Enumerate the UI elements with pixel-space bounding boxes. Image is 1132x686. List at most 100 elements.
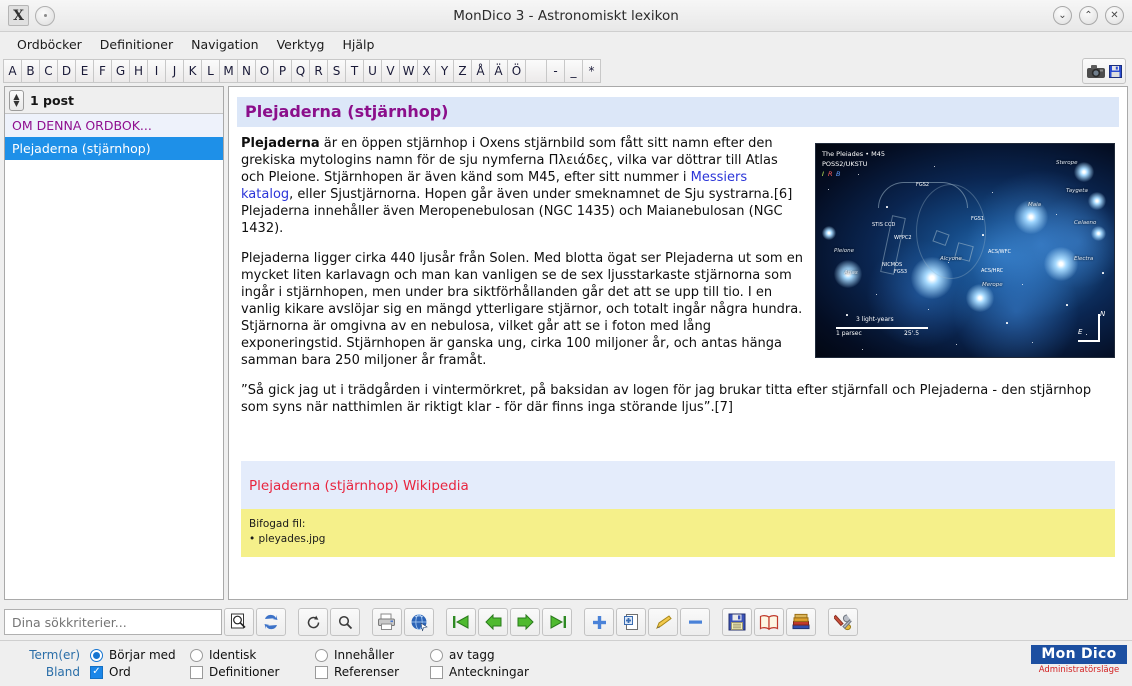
web-button[interactable]: [404, 608, 434, 636]
attachment-block: Bifogad fil: • pleyades.jpg: [241, 509, 1115, 557]
instrument-stis: STIS CCD: [872, 222, 896, 228]
spinner-down-icon[interactable]: ▼: [13, 100, 19, 108]
instrument-acswfc: ACS/WFC: [988, 249, 1011, 255]
alpha-u[interactable]: U: [363, 59, 382, 83]
alpha-x[interactable]: X: [417, 59, 436, 83]
save-button[interactable]: [722, 608, 752, 636]
alpha-f[interactable]: F: [93, 59, 112, 83]
star-merope: Merope: [982, 282, 1003, 288]
alpha-hyphen[interactable]: -: [546, 59, 565, 83]
alpha-c[interactable]: C: [39, 59, 58, 83]
list-item-about[interactable]: OM DENNA ORDBOK...: [5, 114, 223, 137]
menu-definitioner[interactable]: Definitioner: [91, 34, 182, 55]
filter-mode-starts-with[interactable]: Börjar med: [90, 648, 190, 662]
alpha-w[interactable]: W: [399, 59, 418, 83]
alpha-m[interactable]: M: [219, 59, 238, 83]
instrument-fgs3: FGS3: [894, 269, 908, 275]
find-button[interactable]: [330, 608, 360, 636]
filter-scope-words[interactable]: ✓ Ord: [90, 665, 190, 679]
alpha-d[interactable]: D: [57, 59, 76, 83]
filter-scope-definitions[interactable]: Definitioner: [190, 665, 315, 679]
first-record-button[interactable]: [446, 608, 476, 636]
alpha-l[interactable]: L: [201, 59, 220, 83]
filter-scope-notes[interactable]: Anteckningar: [430, 665, 550, 679]
open-book-button[interactable]: [754, 608, 784, 636]
alpha-v[interactable]: V: [381, 59, 400, 83]
alpha-a[interactable]: A: [3, 59, 22, 83]
bottom-toolbar: [0, 604, 1132, 640]
dictionaries-button[interactable]: [786, 608, 816, 636]
refresh-search-button[interactable]: [256, 608, 286, 636]
checkbox-references-icon[interactable]: [315, 665, 328, 679]
print-button[interactable]: [372, 608, 402, 636]
last-record-button[interactable]: [542, 608, 572, 636]
menu-ordbocker[interactable]: Ordböcker: [8, 34, 91, 55]
image-credit-line2: POSS2/UKSTU: [822, 160, 868, 168]
entry-list-panel: ▲ ▼ 1 post OM DENNA ORDBOK... Plejaderna…: [4, 86, 224, 600]
wikipedia-link[interactable]: Plejaderna (stjärnhop) Wikipedia: [249, 478, 469, 494]
entry-list[interactable]: OM DENNA ORDBOK... Plejaderna (stjärnhop…: [5, 114, 223, 599]
alpha-z[interactable]: Z: [453, 59, 472, 83]
menu-verktyg[interactable]: Verktyg: [268, 34, 334, 55]
alpha-r[interactable]: R: [309, 59, 328, 83]
delete-record-button[interactable]: [680, 608, 710, 636]
radio-starts-with-icon[interactable]: [90, 648, 103, 662]
screenshot-button[interactable]: [1082, 58, 1126, 84]
close-icon[interactable]: ✕: [1105, 6, 1124, 25]
list-item-plejaderna[interactable]: Plejaderna (stjärnhop): [5, 137, 223, 160]
alpha-h[interactable]: H: [129, 59, 148, 83]
sort-spinner[interactable]: ▲ ▼: [9, 89, 24, 111]
alpha-t[interactable]: T: [345, 59, 364, 83]
search-button[interactable]: [224, 608, 254, 636]
radio-by-tag-icon[interactable]: [430, 648, 443, 662]
duplicate-record-button[interactable]: [616, 608, 646, 636]
minimize-icon[interactable]: ⌄: [1053, 6, 1072, 25]
alpha-asterisk[interactable]: *: [582, 59, 601, 83]
previous-record-button[interactable]: [478, 608, 508, 636]
menu-navigation[interactable]: Navigation: [182, 34, 267, 55]
checkbox-notes-icon[interactable]: [430, 665, 443, 679]
alpha-aring[interactable]: Å: [471, 59, 490, 83]
radio-contains-icon[interactable]: [315, 648, 328, 662]
checkbox-words-icon[interactable]: ✓: [90, 665, 103, 679]
tools-button[interactable]: [828, 608, 858, 636]
minus-icon: [688, 620, 702, 624]
attachment-filename[interactable]: • pleyades.jpg: [249, 532, 1107, 547]
alpha-underscore[interactable]: _: [564, 59, 583, 83]
alpha-odiaeresis[interactable]: Ö: [507, 59, 526, 83]
edit-record-button[interactable]: [648, 608, 678, 636]
alpha-n[interactable]: N: [237, 59, 256, 83]
first-arrow-icon: [452, 615, 468, 629]
menu-hjalp[interactable]: Hjälp: [333, 34, 383, 55]
toolbar-group-navigation: [444, 608, 572, 636]
alpha-g[interactable]: G: [111, 59, 130, 83]
next-record-button[interactable]: [510, 608, 540, 636]
alpha-s[interactable]: S: [327, 59, 346, 83]
alpha-o[interactable]: O: [255, 59, 274, 83]
alpha-b[interactable]: B: [21, 59, 40, 83]
reload-button[interactable]: [298, 608, 328, 636]
attachment-label: Bifogad fil:: [249, 518, 306, 530]
search-input[interactable]: [4, 609, 222, 635]
filter-mode-identical[interactable]: Identisk: [190, 648, 315, 662]
filter-scope-references[interactable]: Referenser: [315, 665, 430, 679]
alpha-i[interactable]: I: [147, 59, 166, 83]
add-record-button[interactable]: [584, 608, 614, 636]
filter-mode-by-tag[interactable]: av tagg: [430, 648, 550, 662]
pleiades-image[interactable]: The Pleiades • M45 POSS2/UKSTU I R B FGS…: [815, 143, 1115, 358]
maximize-icon[interactable]: ⌃: [1079, 6, 1098, 25]
alpha-y[interactable]: Y: [435, 59, 454, 83]
alpha-k[interactable]: K: [183, 59, 202, 83]
alpha-j[interactable]: J: [165, 59, 184, 83]
filter-mode-contains[interactable]: Innehåller: [315, 648, 430, 662]
checkbox-definitions-icon[interactable]: [190, 665, 203, 679]
filter-scope-references-label: Referenser: [334, 665, 400, 679]
alpha-adiaeresis[interactable]: Ä: [489, 59, 508, 83]
radio-identical-icon[interactable]: [190, 648, 203, 662]
toolbar-group-files: [720, 608, 816, 636]
alpha-e[interactable]: E: [75, 59, 94, 83]
alpha-p[interactable]: P: [273, 59, 292, 83]
alpha-q[interactable]: Q: [291, 59, 310, 83]
window-menu-icon[interactable]: [35, 5, 55, 26]
app-icon[interactable]: X: [8, 5, 29, 26]
